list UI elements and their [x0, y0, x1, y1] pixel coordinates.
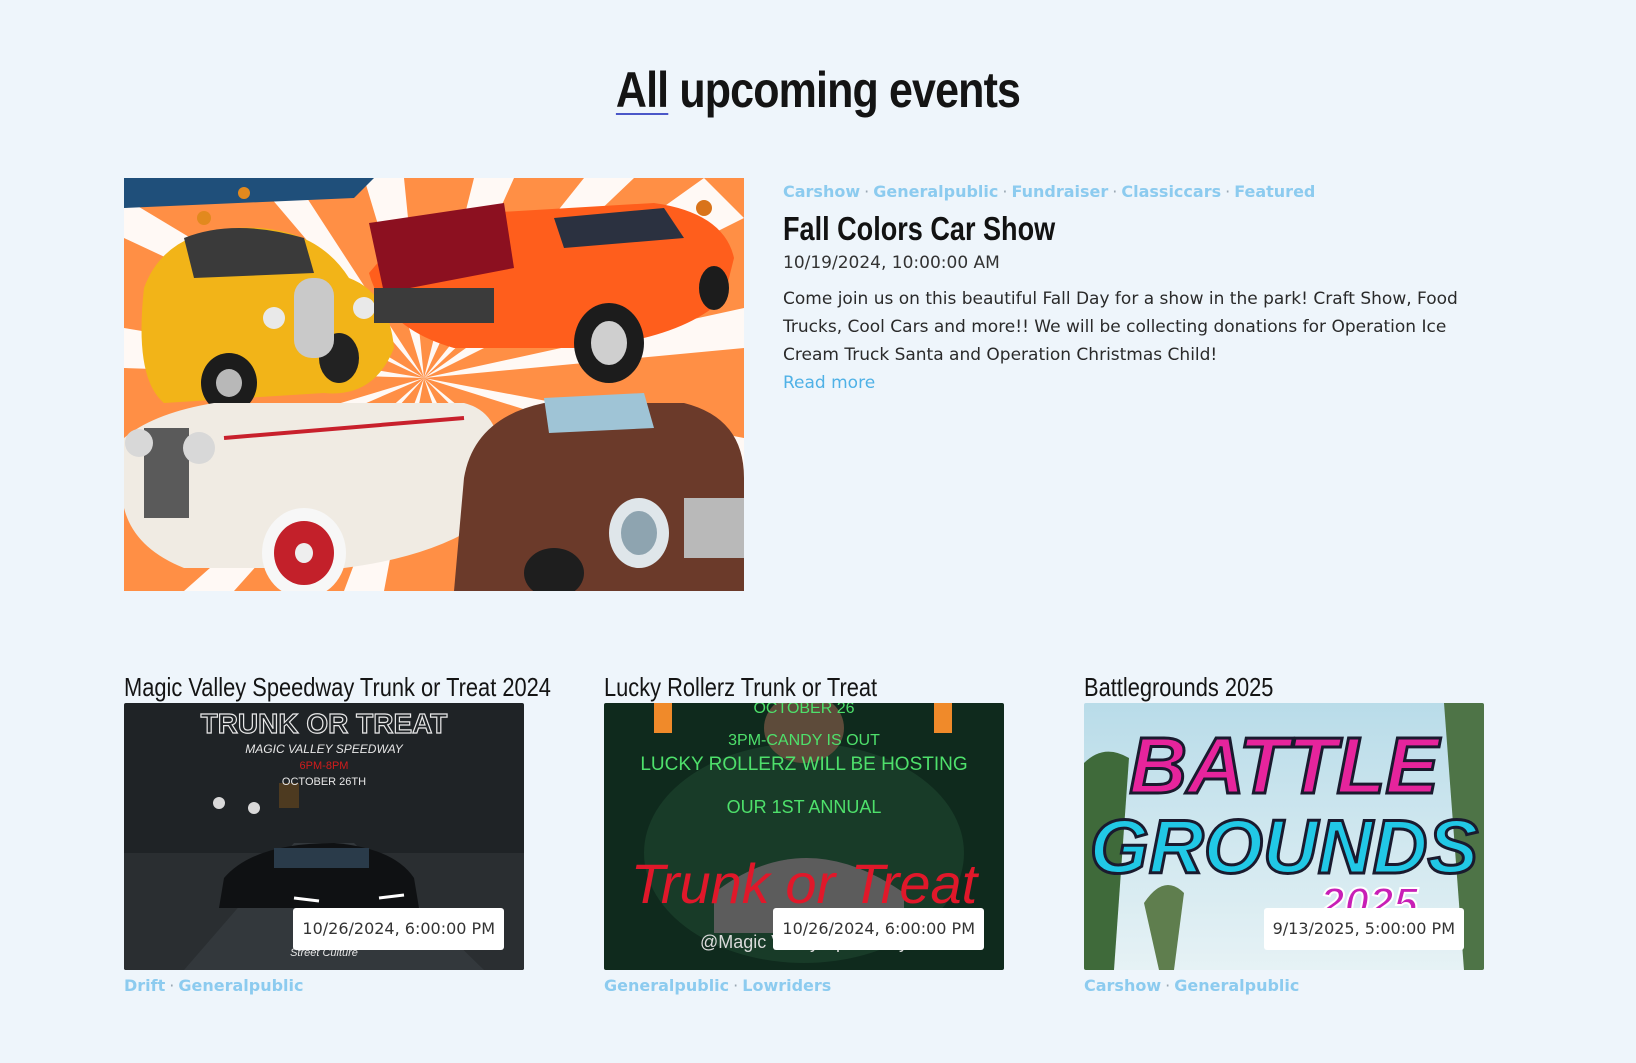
page-title-rest: upcoming events [668, 62, 1021, 118]
event-card-title[interactable]: Lucky Rollerz Trunk or Treat [604, 671, 940, 703]
featured-event-image[interactable] [124, 178, 744, 591]
tag-link[interactable]: Generalpublic [178, 976, 303, 995]
poster-line: MAGIC VALLEY SPEEDWAY [245, 742, 403, 756]
tag-separator: · [864, 182, 870, 201]
tag-link[interactable]: Featured [1234, 182, 1315, 201]
event-card-image[interactable]: BATTLE GROUNDS 2025 9/13/2025, 5:00:00 P… [1084, 703, 1484, 970]
event-card[interactable]: Lucky Rollerz Trunk or Treat OCTOBER 26 … [604, 671, 1004, 1000]
event-tags: Carshow · Generalpublic [1084, 972, 1484, 1000]
tag-separator: · [1002, 182, 1008, 201]
tag-link[interactable]: Generalpublic [1174, 976, 1299, 995]
event-date-badge: 9/13/2025, 5:00:00 PM [1263, 908, 1464, 950]
featured-event-description: Come join us on this beautiful Fall Day … [783, 289, 1458, 365]
poster-line: Trunk or Treat [631, 852, 980, 915]
read-more-link[interactable]: Read more [783, 373, 875, 393]
poster-line: BATTLE [1129, 721, 1441, 810]
poster-line: GROUNDS [1090, 805, 1478, 890]
poster-line: 3PM-CANDY IS OUT [728, 732, 880, 749]
event-card[interactable]: Battlegrounds 2025 BATTLE GROUNDS 2025 9… [1084, 671, 1484, 1000]
tag-link[interactable]: Generalpublic [873, 182, 998, 201]
tag-link[interactable]: Lowriders [742, 976, 831, 995]
event-tags: Drift · Generalpublic [124, 972, 524, 1000]
tag-link[interactable]: Drift [124, 976, 165, 995]
event-card-title[interactable]: Battlegrounds 2025 [1084, 671, 1420, 703]
poster-line: OCTOBER 26 [753, 703, 854, 717]
event-date-badge: 10/26/2024, 6:00:00 PM [773, 908, 984, 950]
event-tags: Generalpublic · Lowriders [604, 972, 1004, 1000]
tag-link[interactable]: Fundraiser [1011, 182, 1108, 201]
poster-line: 6PM-8PM [300, 760, 349, 772]
poster-line: OCTOBER 26TH [282, 776, 366, 788]
featured-event-title[interactable]: Fall Colors Car Show [783, 208, 1373, 250]
tag-separator: · [1165, 976, 1171, 995]
tag-link[interactable]: Carshow [783, 182, 860, 201]
featured-event-date: 10/19/2024, 10:00:00 AM [783, 253, 1000, 273]
featured-event-illustration [124, 178, 744, 591]
tag-separator: · [169, 976, 175, 995]
featured-tags: Carshow · Generalpublic · Fundraiser · Classic… [783, 178, 1503, 206]
tag-separator: · [1112, 182, 1118, 201]
event-card-image[interactable]: TRUNK OR TREAT MAGIC VALLEY SPEEDWAY 6PM… [124, 703, 524, 970]
tag-separator: · [1225, 182, 1231, 201]
poster-line: TRUNK OR TREAT [201, 708, 448, 739]
tag-link[interactable]: Classiccars [1121, 182, 1221, 201]
tag-link[interactable]: Carshow [1084, 976, 1161, 995]
page-title: All upcoming events [115, 58, 1522, 122]
event-card-image[interactable]: OCTOBER 26 3PM-CANDY IS OUT LUCKY ROLLER… [604, 703, 1004, 970]
poster-line: LUCKY ROLLERZ WILL BE HOSTING [640, 754, 967, 775]
featured-event-info: Carshow · Generalpublic · Fundraiser · Classic… [783, 178, 1503, 397]
tag-separator: · [733, 976, 739, 995]
event-date-badge: 10/26/2024, 6:00:00 PM [293, 908, 504, 950]
tag-link[interactable]: Generalpublic [604, 976, 729, 995]
poster-line: OUR 1ST ANNUAL [727, 797, 882, 817]
event-card[interactable]: Magic Valley Speedway Trunk or Treat 202… [124, 671, 551, 1000]
event-card-title[interactable]: Magic Valley Speedway Trunk or Treat 202… [124, 671, 551, 703]
page-title-first-word: All [615, 62, 669, 118]
